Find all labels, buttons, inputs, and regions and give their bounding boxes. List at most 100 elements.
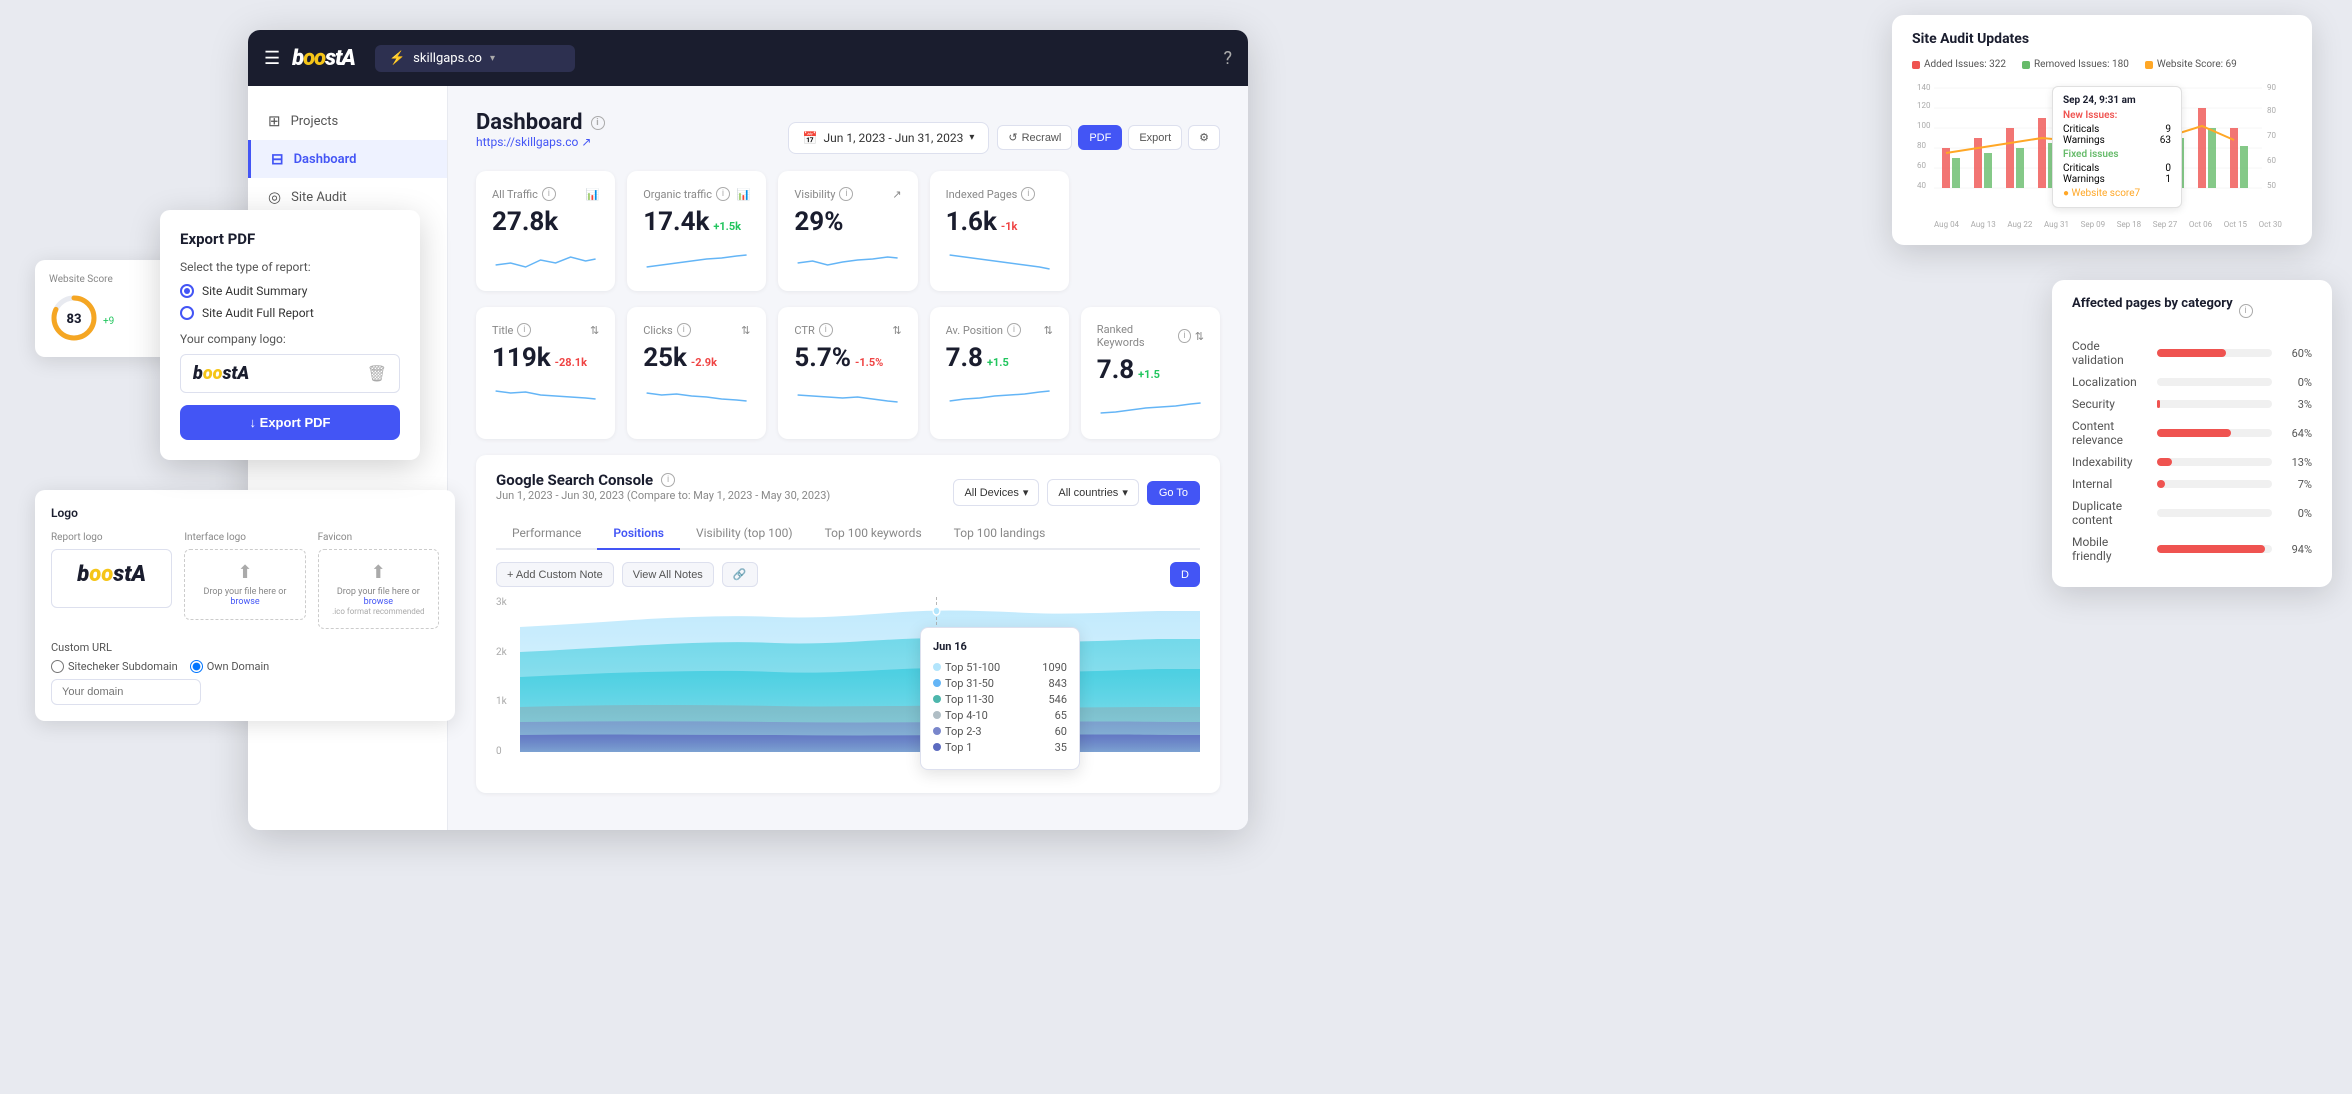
url-text: skillgaps.co — [413, 51, 482, 66]
tab-top100landings[interactable]: Top 100 landings — [938, 518, 1062, 550]
all-traffic-chart-icon: 📊 — [585, 188, 599, 201]
browse-link[interactable]: browse — [230, 597, 259, 607]
export-type-label: Select the type of report: — [180, 260, 400, 274]
indexed-pages-chart — [946, 245, 1053, 275]
svg-text:70: 70 — [2267, 131, 2276, 140]
dashboard-icon: ⊟ — [271, 150, 284, 168]
radio-full[interactable]: Site Audit Full Report — [180, 306, 400, 320]
svg-text:60: 60 — [2267, 156, 2276, 165]
view-all-notes-button[interactable]: View All Notes — [622, 562, 714, 587]
goto-button[interactable]: Go To — [1147, 481, 1200, 505]
devices-select[interactable]: All Devices ▾ — [953, 479, 1039, 506]
dropdown-arrow[interactable]: ▾ — [490, 53, 495, 64]
visibility-chart — [794, 245, 901, 275]
organic-traffic-value: 17.4k+1.5k — [643, 207, 750, 237]
audit-card: Site Audit Updates Added Issues: 322 Rem… — [1892, 15, 2312, 245]
menu-icon[interactable]: ☰ — [264, 48, 280, 69]
own-domain-radio[interactable] — [190, 660, 203, 673]
audit-tooltip: Sep 24, 9:31 am New Issues: Criticals 9 … — [2052, 86, 2182, 208]
affected-bar-container-3 — [2157, 429, 2272, 437]
metric-clicks: Clicks i ⇅ 25k-2.9k — [627, 307, 766, 439]
audit-website-score: ● Website score7 — [2063, 188, 2171, 199]
chart-area: 3k 2k 1k 0 — [496, 597, 1200, 777]
metric-av-position: Av. Position i ⇅ 7.8+1.5 — [930, 307, 1069, 439]
export-pdf-button[interactable]: ↓ Export PDF — [180, 405, 400, 440]
delete-logo-icon[interactable]: 🗑 — [367, 364, 387, 383]
gsc-info-icon[interactable]: i — [661, 473, 675, 487]
affected-bar-5 — [2157, 480, 2165, 488]
ranked-sort-icon[interactable]: ⇅ — [1195, 330, 1204, 343]
radio-summary[interactable]: Site Audit Summary — [180, 284, 400, 298]
gsc-date: Jun 1, 2023 - Jun 30, 2023 (Compare to: … — [496, 489, 830, 502]
affected-pct-5: 7% — [2280, 478, 2312, 491]
tab-visibility-top100[interactable]: Visibility (top 100) — [680, 518, 809, 550]
audit-fixed-warnings-value: 1 — [2165, 174, 2171, 185]
domain-input[interactable] — [51, 679, 201, 705]
settings-button[interactable]: ⚙ — [1188, 125, 1220, 150]
metric-visibility: Visibility i ↗ 29% — [778, 171, 917, 291]
svg-text:40: 40 — [1917, 181, 1926, 190]
export-button[interactable]: Export — [1128, 125, 1182, 150]
dashboard-url[interactable]: https://skillgaps.co ↗ — [476, 135, 605, 149]
visibility-info[interactable]: i — [839, 187, 853, 201]
projects-icon: ⊞ — [268, 112, 281, 130]
affected-row-2: Security 3% — [2072, 397, 2312, 411]
d-button[interactable]: D — [1170, 562, 1200, 587]
audit-legend: Added Issues: 322 Removed Issues: 180 We… — [1912, 59, 2292, 70]
organic-traffic-info[interactable]: i — [716, 187, 730, 201]
legend-dot-added — [1912, 61, 1920, 69]
affected-pct-7: 94% — [2280, 543, 2312, 556]
title-sort-icon[interactable]: ⇅ — [590, 324, 599, 337]
svg-text:140: 140 — [1917, 83, 1931, 92]
link-icon-button[interactable]: 🔗 — [722, 562, 758, 587]
help-icon[interactable]: ? — [1223, 48, 1232, 69]
favicon-upload[interactable]: ⬆ Drop your file here or browse .ico for… — [318, 549, 439, 629]
chevron-down-icon: ▾ — [969, 132, 974, 143]
favicon-label: Favicon — [318, 532, 439, 543]
affected-label-1: Localization — [2072, 375, 2149, 389]
url-bar[interactable]: ⚡ skillgaps.co ▾ — [375, 45, 575, 72]
report-logo-label: Report logo — [51, 532, 172, 543]
logo-big-text: boostA — [64, 562, 159, 587]
ctr-sort-icon[interactable]: ⇅ — [892, 324, 901, 337]
affected-pct-3: 64% — [2280, 427, 2312, 440]
countries-select[interactable]: All countries ▾ — [1047, 479, 1138, 506]
affected-row-4: Indexability 13% — [2072, 455, 2312, 469]
recrawl-button[interactable]: ↺ Recrawl — [997, 125, 1072, 150]
date-picker-button[interactable]: 📅 Jun 1, 2023 - Jun 31, 2023 ▾ — [788, 122, 990, 154]
affected-info-icon[interactable]: i — [2239, 304, 2253, 318]
clicks-sort-icon[interactable]: ⇅ — [741, 324, 750, 337]
affected-bar-7 — [2157, 545, 2265, 553]
report-logo-section: Report logo boostA — [51, 532, 172, 629]
audit-criticals-label: Criticals — [2063, 124, 2099, 135]
logo-grid: Report logo boostA Interface logo ⬆ Drop… — [51, 532, 439, 629]
sidebar-item-dashboard[interactable]: ⊟ Dashboard — [248, 140, 447, 178]
tab-performance[interactable]: Performance — [496, 518, 597, 550]
own-domain-radio-label[interactable]: Own Domain — [190, 660, 270, 673]
tooltip-dot-0 — [933, 663, 941, 671]
tooltip-row-5: Top 1 35 — [933, 741, 1067, 754]
action-buttons: ↺ Recrawl PDF Export ⚙ — [997, 125, 1220, 150]
dashboard-info-icon[interactable]: i — [591, 116, 605, 130]
tab-top100keywords[interactable]: Top 100 keywords — [809, 518, 938, 550]
add-custom-note-button[interactable]: + Add Custom Note — [496, 562, 614, 587]
affected-bar-4 — [2157, 458, 2172, 466]
subdomain-radio-label[interactable]: Sitecheker Subdomain — [51, 660, 178, 673]
tab-positions[interactable]: Positions — [597, 518, 680, 550]
metric-all-traffic: All Traffic i 📊 27.8k — [476, 171, 615, 291]
audit-tooltip-date: Sep 24, 9:31 am — [2063, 95, 2171, 106]
audit-warnings-label: Warnings — [2063, 135, 2105, 146]
export-pdf-popup: Export PDF Select the type of report: Si… — [160, 210, 420, 460]
devices-chevron: ▾ — [1023, 486, 1029, 499]
subdomain-radio[interactable] — [51, 660, 64, 673]
favicon-browse-link[interactable]: browse — [364, 597, 393, 607]
sidebar-label-projects: Projects — [291, 114, 339, 129]
indexed-info[interactable]: i — [1021, 187, 1035, 201]
affected-label-6: Duplicate content — [2072, 499, 2149, 527]
pdf-button[interactable]: PDF — [1078, 125, 1122, 150]
interface-logo-upload[interactable]: ⬆ Drop your file here or browse — [184, 549, 305, 620]
sidebar-item-projects[interactable]: ⊞ Projects — [248, 102, 447, 140]
avpos-sort-icon[interactable]: ⇅ — [1044, 324, 1053, 337]
visibility-value: 29% — [794, 207, 901, 237]
all-traffic-info[interactable]: i — [542, 187, 556, 201]
